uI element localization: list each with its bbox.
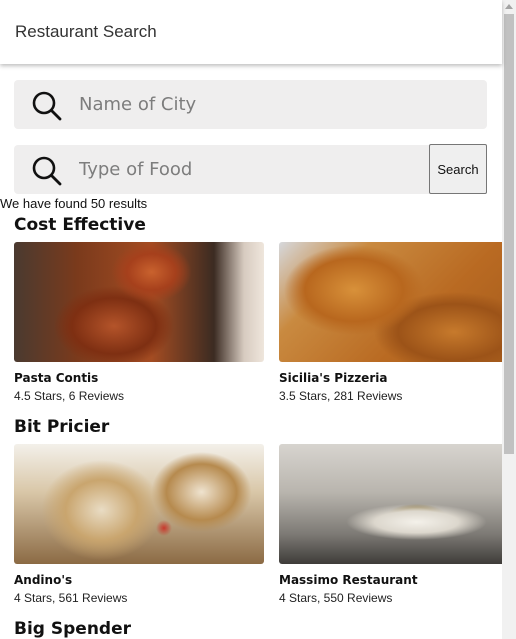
vertical-scrollbar[interactable] <box>502 0 516 639</box>
restaurant-card[interactable]: Massimo Restaurant 4 Stars, 550 Reviews <box>279 444 502 605</box>
restaurant-photo[interactable] <box>279 242 502 362</box>
restaurant-rating: 3.5 Stars, 281 Reviews <box>279 389 403 403</box>
city-search-box[interactable] <box>14 80 487 129</box>
restaurant-photo[interactable] <box>14 242 264 362</box>
restaurant-photo[interactable] <box>279 444 502 564</box>
restaurant-rating: 4 Stars, 550 Reviews <box>279 591 393 605</box>
restaurant-name[interactable]: Andino's <box>14 573 264 587</box>
restaurant-card[interactable]: Sicilia's Pizzeria 3.5 Stars, 281 Review… <box>279 242 502 403</box>
scroll-up-arrow-icon[interactable] <box>505 4 513 9</box>
category-title: Bit Pricier <box>14 417 110 437</box>
restaurant-card[interactable]: Andino's 4 Stars, 561 Reviews <box>14 444 264 605</box>
restaurant-name[interactable]: Pasta Contis <box>14 371 264 385</box>
restaurant-photo[interactable] <box>14 444 264 564</box>
restaurant-card[interactable]: Pasta Contis 4.5 Stars, 6 Reviews <box>14 242 264 403</box>
food-input[interactable] <box>79 145 409 194</box>
food-search-box[interactable] <box>14 145 430 194</box>
category-title: Big Spender <box>14 619 131 639</box>
restaurant-rating: 4 Stars, 561 Reviews <box>14 591 128 605</box>
category-title: Cost Effective <box>14 215 146 235</box>
city-input[interactable] <box>79 80 409 129</box>
search-button[interactable]: Search <box>429 144 487 194</box>
restaurant-name[interactable]: Massimo Restaurant <box>279 573 502 587</box>
app-title: Restaurant Search <box>15 22 157 41</box>
app-header: Restaurant Search <box>0 0 502 64</box>
restaurant-name[interactable]: Sicilia's Pizzeria <box>279 371 502 385</box>
search-icon <box>32 91 62 121</box>
scrollbar-thumb[interactable] <box>504 14 514 454</box>
results-count: We have found 50 results <box>0 196 148 211</box>
restaurant-rating: 4.5 Stars, 6 Reviews <box>14 389 125 403</box>
search-icon <box>32 156 62 186</box>
